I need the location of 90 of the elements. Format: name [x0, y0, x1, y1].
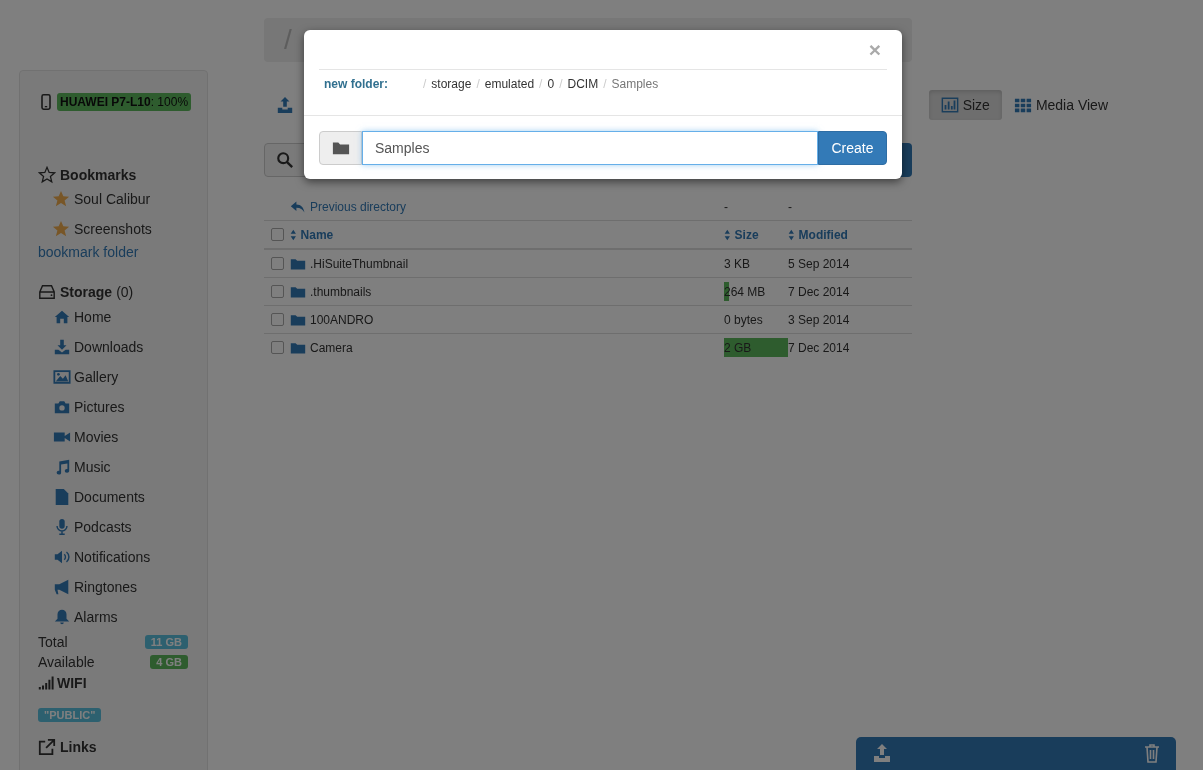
- sort-icon: [290, 228, 297, 241]
- path-segment[interactable]: 0: [547, 77, 555, 91]
- network-label: WIFI: [57, 675, 87, 691]
- download-icon: [53, 338, 71, 356]
- toolbar-button[interactable]: Media View: [1001, 90, 1120, 120]
- previous-directory-link[interactable]: Previous directory: [290, 198, 724, 215]
- storage-item[interactable]: Downloads: [74, 339, 144, 355]
- star-icon: [52, 190, 70, 208]
- device-status: HUAWEI P7-L10: 100%: [57, 93, 192, 111]
- folder-name[interactable]: 100ANDRO: [290, 311, 724, 328]
- path-segment[interactable]: DCIM: [567, 77, 599, 91]
- trash-icon: [1142, 743, 1162, 763]
- row-checkbox[interactable]: [270, 285, 284, 298]
- available-badge: 4 GB: [150, 655, 188, 669]
- toolbar-button[interactable]: Size: [928, 90, 1002, 120]
- table-cell: 3 KB: [724, 256, 750, 271]
- search-button[interactable]: [264, 143, 306, 177]
- external-link-icon: [38, 738, 56, 756]
- path-separator: /: [558, 77, 564, 91]
- storage-item[interactable]: Ringtones: [74, 579, 138, 595]
- available-label: Available: [38, 654, 95, 670]
- storage-item[interactable]: Alarms: [74, 609, 118, 625]
- row-checkbox[interactable]: [270, 341, 284, 354]
- column-header[interactable]: Name: [290, 227, 724, 242]
- delete-button[interactable]: [1142, 743, 1162, 766]
- path-current: Samples: [611, 77, 659, 91]
- bookmark-item[interactable]: Screenshots: [74, 221, 152, 237]
- home-icon: [53, 308, 71, 326]
- bookmark-item[interactable]: Soul Calibur: [74, 191, 151, 207]
- storage-heading: Storage: [60, 284, 113, 300]
- storage-item[interactable]: Podcasts: [74, 519, 132, 535]
- bar-chart-icon: [940, 96, 959, 114]
- dialog-label: new folder:: [324, 77, 388, 91]
- folder-name[interactable]: Camera: [290, 339, 724, 356]
- microphone-icon: [53, 518, 71, 536]
- upload-icon: [276, 96, 294, 114]
- bookmark-folder-link[interactable]: bookmark folder: [38, 244, 207, 260]
- path-separator: /: [602, 77, 608, 91]
- sort-icon: [788, 228, 795, 241]
- storage-item[interactable]: Notifications: [74, 549, 151, 565]
- grid-icon: [1013, 96, 1032, 114]
- total-badge: 11 GB: [144, 635, 188, 649]
- links-heading: Links: [60, 739, 97, 755]
- phone-icon: [38, 94, 54, 110]
- folder-name[interactable]: .HiSuiteThumbnail: [290, 255, 724, 272]
- column-header[interactable]: Modified: [788, 227, 912, 242]
- row-checkbox[interactable]: [270, 313, 284, 326]
- folder-name-field[interactable]: Samples: [362, 131, 818, 165]
- storage-item[interactable]: Home: [74, 309, 112, 325]
- star-icon: [52, 220, 70, 238]
- upload-icon: [872, 743, 892, 763]
- table-cell: 7 Dec 2014: [788, 340, 850, 355]
- sort-icon: [724, 228, 731, 241]
- table-cell: 3 Sep 2014: [788, 312, 850, 327]
- image-icon: [53, 368, 71, 386]
- camera-icon: [53, 398, 71, 416]
- bell-icon: [53, 608, 71, 626]
- storage-count: (0): [116, 284, 134, 300]
- speaker-icon: [53, 548, 71, 566]
- path-segment[interactable]: storage: [431, 77, 472, 91]
- storage-item[interactable]: Movies: [74, 429, 119, 445]
- select-all-checkbox[interactable]: [270, 228, 284, 241]
- table-cell: 2 GB: [724, 340, 752, 355]
- table-cell: 0 bytes: [724, 312, 763, 327]
- path-separator: /: [475, 77, 481, 91]
- column-header[interactable]: Size: [724, 227, 788, 242]
- table-cell: -: [724, 199, 728, 214]
- total-label: Total: [38, 634, 68, 650]
- path-separator: /: [538, 77, 544, 91]
- folder-name[interactable]: .thumbnails: [290, 283, 724, 300]
- document-icon: [53, 488, 71, 506]
- table-cell: 5 Sep 2014: [788, 256, 850, 271]
- megaphone-icon: [53, 578, 71, 596]
- drive-icon: [38, 283, 56, 301]
- path-segment[interactable]: emulated: [484, 77, 535, 91]
- bookmarks-heading: Bookmarks: [60, 167, 137, 183]
- path-separator: /: [422, 77, 428, 91]
- network-name-badge: "PUBLIC": [38, 708, 102, 722]
- create-button[interactable]: Create: [818, 131, 887, 165]
- row-checkbox[interactable]: [270, 257, 284, 270]
- table-cell: 7 Dec 2014: [788, 284, 850, 299]
- storage-item[interactable]: Documents: [74, 489, 145, 505]
- star-icon: [38, 166, 56, 184]
- storage-item[interactable]: Gallery: [74, 369, 119, 385]
- close-button[interactable]: ×: [862, 37, 887, 62]
- search-icon: [276, 151, 294, 169]
- signal-icon: [38, 675, 54, 691]
- storage-item[interactable]: Music: [74, 459, 111, 475]
- storage-item[interactable]: Pictures: [74, 399, 125, 415]
- table-cell: -: [788, 199, 792, 214]
